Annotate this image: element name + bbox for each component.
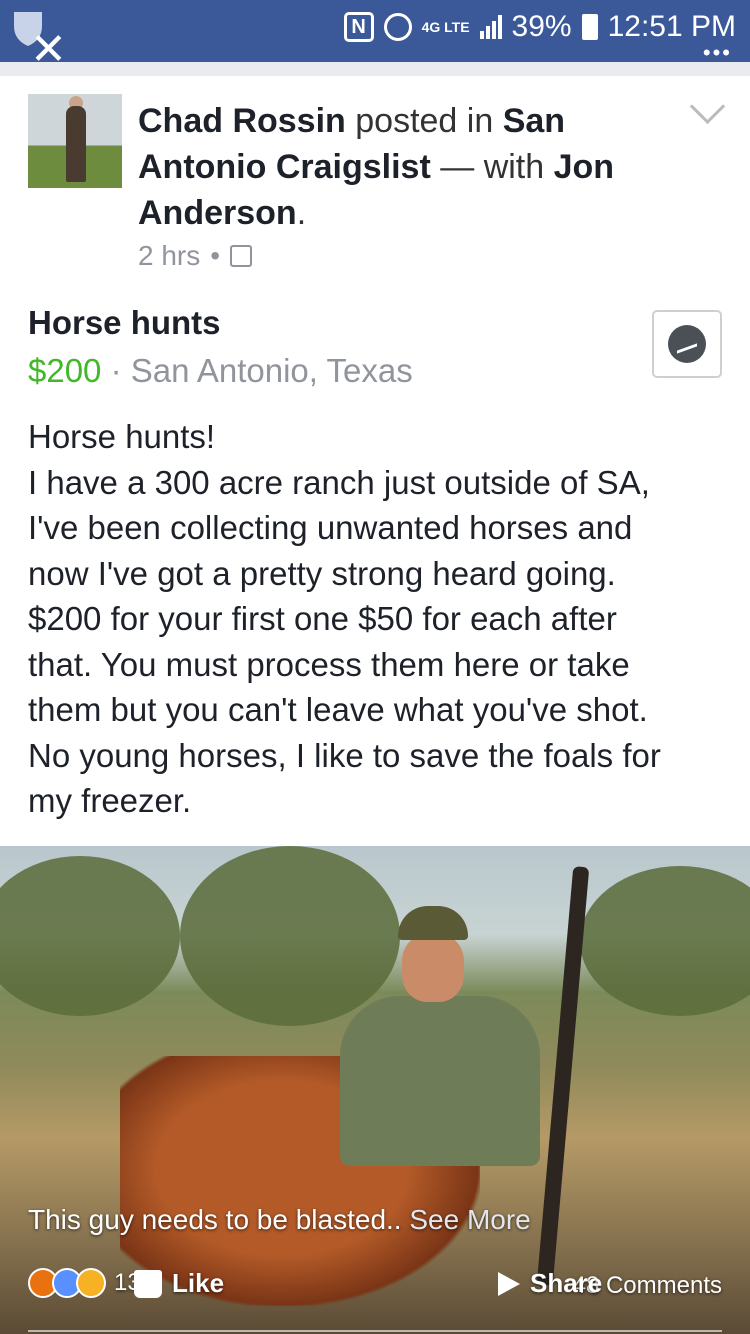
meta-dot: •: [210, 240, 221, 271]
photo-tree: [580, 866, 750, 1016]
like-label: Like: [172, 1268, 225, 1298]
body-line: $200 for your first one $50 for each aft…: [28, 600, 617, 637]
author-avatar[interactable]: [28, 94, 122, 188]
body-line: my freezer.: [28, 782, 192, 819]
body-line: No young horses, I like to save the foal…: [28, 736, 661, 774]
listing-price: $200: [28, 352, 102, 389]
photo-rifle: [536, 866, 590, 1286]
body-line: I've been collecting unwanted horses and: [28, 509, 633, 546]
group-privacy-icon: [230, 245, 253, 267]
man-cap: [398, 906, 468, 940]
lte-icon: 4G LTE: [421, 19, 470, 35]
see-more-link[interactable]: See More: [402, 1204, 530, 1235]
thumbs-up-icon: [134, 1269, 162, 1298]
post-header: Chad Rossin posted in San Antonio Craigs…: [138, 98, 658, 236]
price-dot: ·: [110, 352, 131, 389]
body-line: them but you can't leave what you've sho…: [28, 691, 648, 728]
clock: 12:51 PM: [607, 10, 736, 43]
like-button[interactable]: Like: [134, 1268, 224, 1299]
body-line: I have a 300 acre ranch just outside of …: [28, 463, 650, 501]
body-line: that. You must process them here or take: [28, 645, 630, 683]
with-text: — with: [430, 148, 554, 186]
share-button[interactable]: Share: [498, 1268, 602, 1299]
body-line: Horse hunts!: [28, 418, 216, 455]
photo-man: [340, 906, 540, 1166]
status-bar: ✕ N 4G LTE 39% 12:51 PM •••: [0, 0, 750, 72]
share-label: Share: [530, 1268, 603, 1298]
posted-in-text: posted in: [345, 102, 503, 140]
chevron-down-icon[interactable]: [689, 88, 726, 125]
battery-percent: 39%: [511, 10, 572, 43]
post-body: Horse hunts! I have a 300 acre ranch jus…: [28, 414, 728, 824]
avatar-person: [66, 106, 86, 182]
caption-text: This guy needs to be blasted..: [28, 1204, 402, 1235]
alarm-icon: [383, 13, 412, 41]
messenger-icon: [668, 325, 706, 363]
signal-icon: [479, 15, 502, 39]
listing-price-line: $200 · San Antonio, Texas: [28, 352, 413, 390]
header-period: .: [296, 194, 307, 232]
post-actions: Like Share: [0, 1258, 750, 1334]
share-caption: This guy needs to be blasted.. See More: [28, 1204, 531, 1236]
nfc-icon: N: [343, 12, 374, 42]
share-arrow-icon: [498, 1271, 520, 1296]
listing-title: Horse hunts: [28, 304, 221, 341]
man-shirt: [340, 996, 540, 1166]
man-face: [402, 934, 464, 1002]
photo-tree: [0, 856, 180, 1016]
body-line: now I've got a pretty strong heard going…: [28, 554, 616, 592]
battery-icon: [581, 14, 598, 40]
feed-divider: [0, 62, 750, 76]
post-meta: 2 hrs •: [138, 240, 253, 272]
post-time[interactable]: 2 hrs: [138, 240, 200, 272]
status-icons: N 4G LTE 39% 12:51 PM: [343, 10, 736, 44]
message-seller-button[interactable]: [652, 310, 722, 378]
listing-location: San Antonio, Texas: [130, 352, 413, 389]
author-name[interactable]: Chad Rossin: [138, 102, 346, 140]
